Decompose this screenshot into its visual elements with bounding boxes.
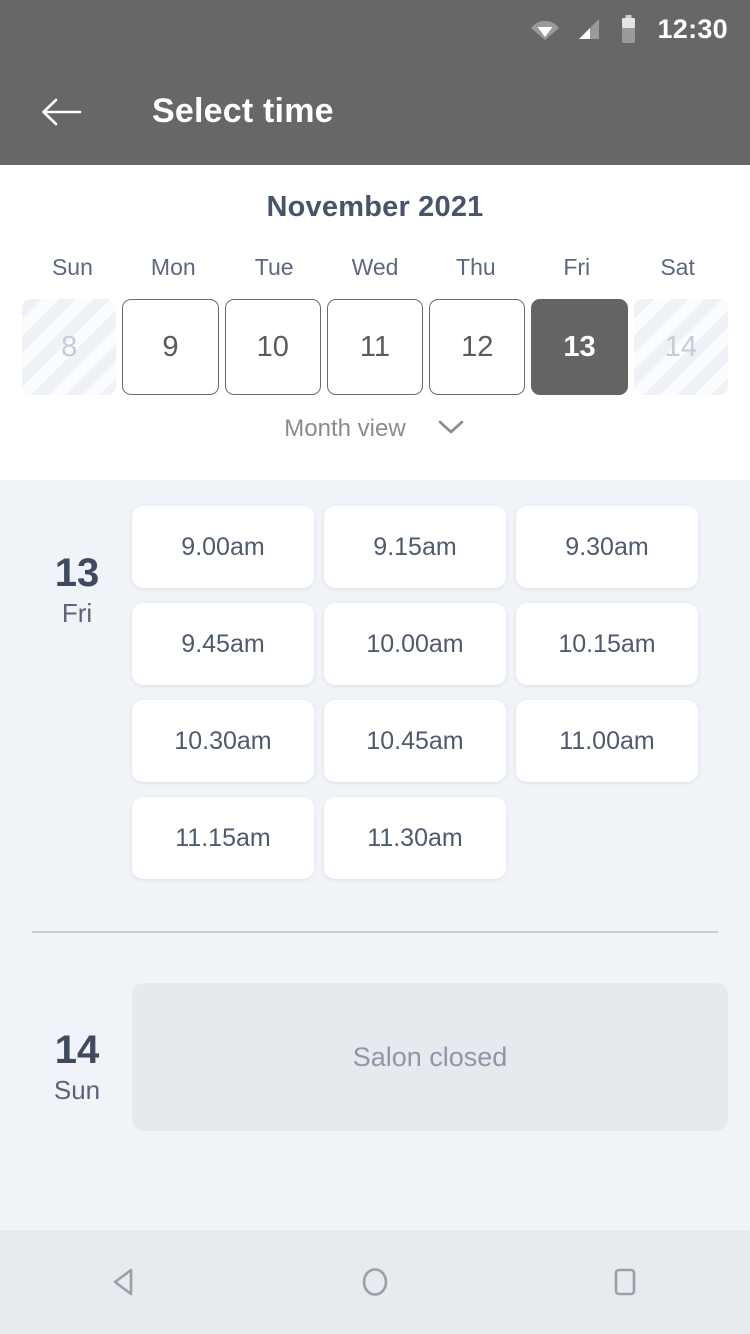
time-slot[interactable]: 9.00am (132, 506, 314, 588)
weekday-header: Fri (563, 254, 591, 280)
weekday-header: Sat (660, 254, 695, 280)
back-button[interactable] (34, 84, 90, 140)
arrow-left-icon (42, 98, 82, 125)
week-days-row: 8 9 10 11 12 13 14 (0, 299, 750, 395)
day-cell-10[interactable]: 10 (224, 299, 321, 395)
chevron-down-icon (436, 418, 466, 441)
slot-grid: 9.00am 9.15am 9.30am 9.45am 10.00am 10.1… (132, 506, 728, 879)
time-slot[interactable]: 9.15am (324, 506, 506, 588)
weekday-header-row: Sun Mon Tue Wed Thu Fri Sat (0, 254, 750, 281)
time-slot[interactable]: 10.15am (516, 603, 698, 685)
day-slots-block: 13 Fri 9.00am 9.15am 9.30am 9.45am 10.00… (0, 506, 750, 879)
time-slot[interactable]: 9.30am (516, 506, 698, 588)
day-cell-13-selected[interactable]: 13 (531, 299, 628, 395)
nav-recents-button[interactable] (580, 1247, 670, 1317)
time-slot[interactable]: 11.30am (324, 797, 506, 879)
nav-home-circle-icon (362, 1268, 388, 1296)
weekday-header: Tue (254, 254, 294, 280)
day-cell-9[interactable]: 9 (122, 299, 219, 395)
time-slot[interactable]: 10.30am (132, 700, 314, 782)
time-slot[interactable]: 11.15am (132, 797, 314, 879)
battery-icon (620, 15, 637, 43)
month-view-toggle[interactable]: Month view (0, 415, 750, 443)
salon-closed-panel: Salon closed (132, 983, 728, 1131)
day-number: 13 (54, 551, 100, 595)
calendar-panel: November 2021 Sun Mon Tue Wed Thu Fri Sa… (0, 165, 750, 480)
time-slot[interactable]: 9.45am (132, 603, 314, 685)
weekday-header: Sun (51, 254, 93, 280)
day-label-14: 14 Sun (22, 983, 132, 1131)
month-view-label: Month view (284, 415, 406, 442)
status-bar: 12:30 (0, 0, 750, 58)
day-weekday: Sun (53, 1075, 101, 1105)
section-divider (32, 931, 718, 933)
nav-back-button[interactable] (80, 1247, 170, 1317)
time-slot[interactable]: 10.00am (324, 603, 506, 685)
time-slot[interactable]: 11.00am (516, 700, 698, 782)
wifi-icon (530, 17, 560, 41)
nav-home-button[interactable] (330, 1247, 420, 1317)
page-title: Select time (152, 92, 334, 130)
weekday-header: Thu (456, 254, 496, 280)
day-cell-11[interactable]: 11 (326, 299, 424, 395)
weekday-header: Wed (351, 254, 399, 280)
android-nav-bar (0, 1230, 750, 1334)
nav-back-triangle-icon (113, 1268, 133, 1296)
day-cell-8: 8 (22, 299, 117, 395)
app-bar: Select time (0, 58, 750, 165)
nav-recents-square-icon (614, 1268, 636, 1296)
time-slots-area: 13 Fri 9.00am 9.15am 9.30am 9.45am 10.00… (0, 480, 750, 1230)
day-cell-12[interactable]: 12 (429, 299, 526, 395)
signal-icon (577, 17, 603, 41)
status-bar-clock: 12:30 (657, 13, 728, 44)
weekday-header: Mon (150, 254, 196, 280)
month-title: November 2021 (266, 191, 484, 223)
day-number: 14 (54, 1028, 100, 1072)
day-cell-14: 14 (633, 299, 728, 395)
phone-screen: 12:30 Select time November 2021 Sun Mon … (0, 0, 750, 1334)
closed-day-block: 14 Sun Salon closed (0, 983, 750, 1131)
day-label-13: 13 Fri (22, 506, 132, 879)
day-weekday: Fri (61, 598, 93, 628)
time-slot[interactable]: 10.45am (324, 700, 506, 782)
